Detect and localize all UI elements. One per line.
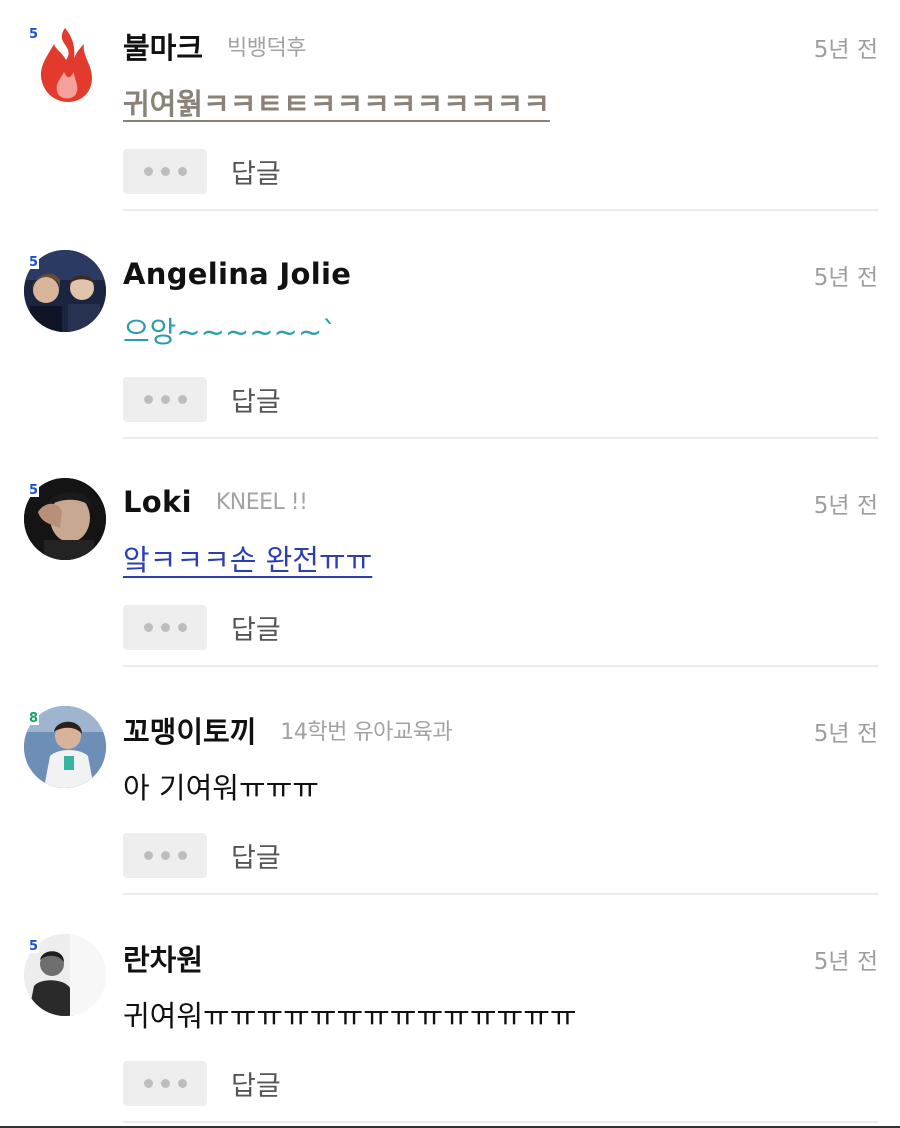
divider	[123, 437, 878, 439]
level-badge: 5	[28, 939, 40, 954]
comment-text: 앜ㅋㅋㅋ손 완전ㅠㅠ	[123, 543, 373, 577]
more-dots-icon	[143, 395, 153, 404]
timestamp: 5년 전	[813, 265, 878, 291]
nickname[interactable]: Loki	[123, 485, 192, 519]
comment-actions: 답글	[123, 149, 281, 194]
reply-button[interactable]: 답글	[231, 836, 281, 875]
more-dot	[160, 1079, 170, 1088]
comment-header: 불마크 빅뱅덕후	[123, 26, 878, 66]
more-dot	[160, 623, 170, 632]
avatar[interactable]: 5	[24, 250, 106, 332]
comment-item: 5 불마크 빅뱅덕후 5년 전 귀여웕ㅋㅋㅌㅌㅋㅋㅋㅋㅋㅋㅋㅋㅋ 답글	[0, 0, 900, 228]
reply-button[interactable]: 답글	[231, 380, 281, 419]
avatar[interactable]: 8	[24, 706, 106, 788]
more-dot	[177, 167, 187, 176]
more-dot	[177, 395, 187, 404]
more-dots-icon	[143, 167, 153, 176]
more-dot	[177, 851, 187, 860]
comment-actions: 답글	[123, 833, 281, 878]
reply-button[interactable]: 답글	[231, 608, 281, 647]
more-dots-icon	[143, 623, 153, 632]
level-badge: 5	[28, 483, 40, 498]
comment-header: 란차원	[123, 938, 878, 978]
user-subtitle: KNEEL !!	[215, 489, 308, 515]
divider	[123, 665, 878, 667]
level-badge: 5	[28, 255, 40, 270]
reply-button[interactable]: 답글	[231, 1064, 281, 1103]
timestamp: 5년 전	[813, 493, 878, 519]
more-button[interactable]	[123, 149, 207, 194]
more-dots-icon	[143, 851, 153, 860]
comment-header: Loki KNEEL !!	[123, 482, 878, 522]
comment-header: 꼬맹이토끼 14학번 유아교육과	[123, 710, 878, 750]
divider	[123, 893, 878, 895]
comment-item: 5 Angelina Jolie 5년 전 으앙~~~~~~` 답글	[0, 228, 900, 456]
reply-button[interactable]: 답글	[231, 152, 281, 191]
comment-text: 으앙~~~~~~`	[123, 315, 337, 349]
nickname[interactable]: Angelina Jolie	[123, 257, 351, 291]
comment-header: Angelina Jolie	[123, 254, 878, 294]
comment-list: 5 불마크 빅뱅덕후 5년 전 귀여웕ㅋㅋㅌㅌㅋㅋㅋㅋㅋㅋㅋㅋㅋ 답글 5 An…	[0, 0, 900, 1128]
comment-item: 5 Loki KNEEL !! 5년 전 앜ㅋㅋㅋ손 완전ㅠㅠ 답글	[0, 456, 900, 684]
more-button[interactable]	[123, 833, 207, 878]
more-dot	[160, 167, 170, 176]
more-button[interactable]	[123, 1061, 207, 1106]
divider	[123, 1121, 878, 1123]
timestamp: 5년 전	[813, 721, 878, 747]
more-dot	[177, 1079, 187, 1088]
nickname[interactable]: 불마크	[123, 25, 203, 67]
comment-actions: 답글	[123, 605, 281, 650]
comment-item: 5 란차원 5년 전 귀여워ㅠㅠㅠㅠㅠㅠㅠㅠㅠㅠㅠㅠㅠㅠ 답글	[0, 912, 900, 1128]
comment-actions: 답글	[123, 1061, 281, 1106]
more-dot	[160, 851, 170, 860]
nickname[interactable]: 꼬맹이토끼	[123, 709, 256, 751]
divider	[123, 209, 878, 211]
level-badge: 5	[28, 27, 40, 42]
avatar[interactable]: 5	[24, 934, 106, 1016]
avatar[interactable]: 5	[24, 478, 106, 560]
more-button[interactable]	[123, 377, 207, 422]
avatar[interactable]: 5	[24, 22, 106, 104]
user-subtitle: 14학번 유아교육과	[280, 720, 453, 745]
nickname[interactable]: 란차원	[123, 937, 203, 979]
comment-text: 귀여웕ㅋㅋㅌㅌㅋㅋㅋㅋㅋㅋㅋㅋㅋ	[123, 87, 550, 121]
comment-actions: 답글	[123, 377, 281, 422]
more-dot	[177, 623, 187, 632]
timestamp: 5년 전	[813, 949, 878, 975]
more-dots-icon	[143, 1079, 153, 1088]
comment-text: 아 기여워ㅠㅠㅠ	[123, 771, 319, 805]
user-subtitle: 빅뱅덕후	[227, 36, 307, 61]
comment-item: 8 꼬맹이토끼 14학번 유아교육과 5년 전 아 기여워ㅠㅠㅠ 답글	[0, 684, 900, 912]
comment-text: 귀여워ㅠㅠㅠㅠㅠㅠㅠㅠㅠㅠㅠㅠㅠㅠ	[123, 999, 577, 1033]
timestamp: 5년 전	[813, 37, 878, 63]
more-dot	[160, 395, 170, 404]
more-button[interactable]	[123, 605, 207, 650]
level-badge: 8	[28, 711, 40, 726]
